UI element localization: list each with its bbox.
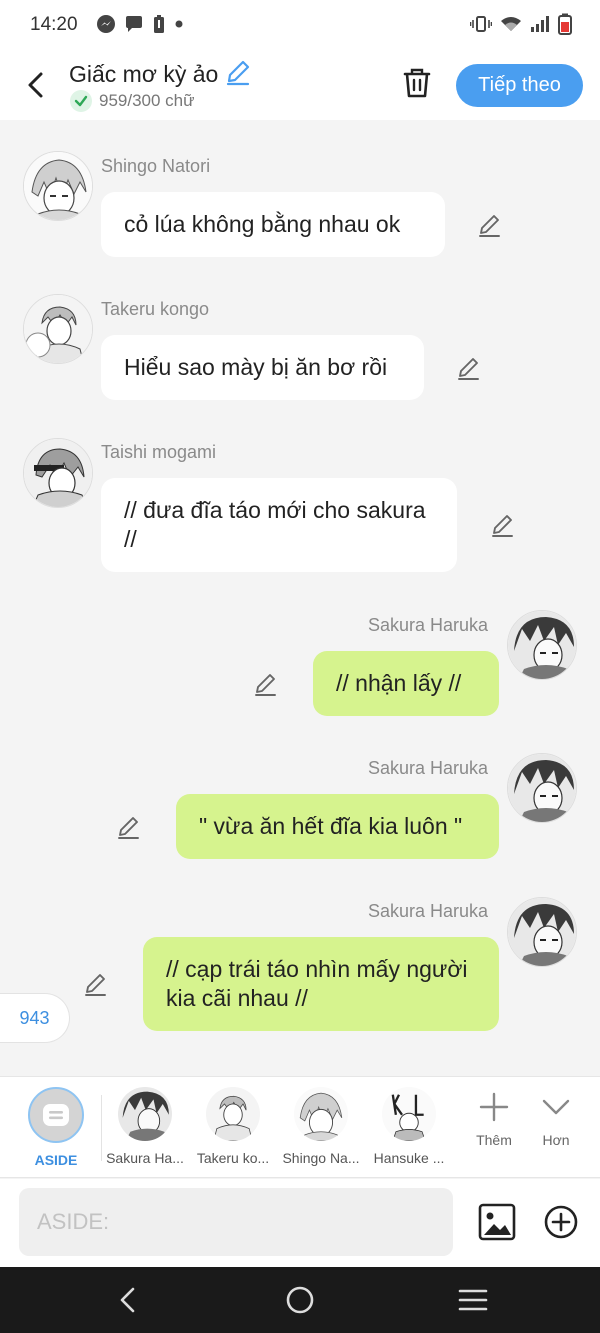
character-avatar [294,1087,348,1141]
character-name: Takeru ko... [196,1150,270,1166]
next-button[interactable]: Tiếp theo [456,64,583,107]
message-sender: Sakura Haruka [368,615,489,635]
edit-message-icon[interactable] [477,212,503,238]
character-avatar [118,1087,172,1141]
add-attachment-button[interactable] [543,1204,579,1240]
word-count: 959/300 chữ [99,91,195,110]
message-bubble[interactable]: cỏ lúa không bằng nhau ok [101,192,445,257]
avatar-takeru-kongo[interactable] [23,294,93,364]
character-shingo-natori[interactable]: Shingo Na... [278,1087,364,1166]
character-sakura-haruka[interactable]: Sakura Ha... [102,1087,188,1166]
avatar-sakura-haruka[interactable] [507,753,577,823]
story-header: Giấc mơ kỳ ảo 959/300 chữ Tiếp theo [0,50,600,120]
add-character-label: Thêm [476,1132,512,1148]
message-sender: Sakura Haruka [368,758,489,778]
message-count-badge[interactable]: 943 [0,993,70,1043]
plus-circle-icon [544,1205,578,1239]
expand-characters-label: Hơn [542,1132,570,1148]
avatar-sakura-haruka[interactable] [507,897,577,967]
avatar-sakura-haruka[interactable] [507,610,577,680]
nav-home-icon [286,1286,314,1314]
battery-icon [558,13,572,40]
nav-back-button[interactable] [113,1285,143,1315]
aside-input[interactable] [19,1188,453,1256]
status-system-icons [469,13,572,40]
avatar-shingo-natori[interactable] [23,151,93,221]
aside-avatar [28,1087,84,1143]
message-bubble[interactable]: // nhận lấy // [313,651,499,716]
trash-icon [403,68,431,98]
back-button[interactable] [20,68,50,102]
story-title: Giấc mơ kỳ ảo [69,61,219,87]
edit-message-icon[interactable] [253,671,279,697]
add-character-button[interactable]: Thêm [464,1091,524,1148]
vibrate-icon [469,14,493,39]
nav-home-button[interactable] [285,1285,315,1315]
edit-message-icon[interactable] [116,814,142,840]
chevron-down-icon [542,1099,570,1115]
nav-recents-button[interactable] [458,1285,488,1315]
delete-button[interactable] [400,66,434,100]
character-hansuke[interactable]: Hansuke ... [366,1087,452,1166]
chevron-left-icon [28,72,43,98]
status-bar: 14:20 [0,0,600,50]
signal-icon [530,14,550,39]
aside-bubble-icon [43,1104,69,1126]
message-bubble[interactable]: // cạp trái táo nhìn mấy người kia cãi n… [143,937,499,1031]
aside-character[interactable]: ASIDE [13,1087,99,1168]
composer [0,1179,600,1267]
battery-saver-icon [152,14,166,39]
insert-image-button[interactable] [478,1203,516,1241]
message-sender: Takeru kongo [101,299,210,319]
message-bubble[interactable]: Hiểu sao mày bị ăn bơ rồi [101,335,424,400]
message-sender: Shingo Natori [101,156,211,176]
wifi-icon [500,14,522,39]
word-count-row: 959/300 chữ [70,90,195,112]
title-row: Giấc mơ kỳ ảo [69,58,252,91]
dot-icon [174,14,184,39]
plus-icon [479,1092,509,1122]
nav-back-icon [120,1287,135,1313]
edit-message-icon[interactable] [490,512,516,538]
system-nav-bar [0,1267,600,1333]
character-avatar [206,1087,260,1141]
aside-label: ASIDE [34,1152,78,1168]
edit-message-icon[interactable] [456,355,482,381]
chat-bubble-icon [124,14,144,39]
image-icon [478,1203,516,1241]
character-selector: ASIDE Sakura Ha... Takeru ko... Shingo N… [0,1076,600,1178]
nav-menu-icon [458,1289,488,1311]
check-icon [70,90,92,112]
character-name: Sakura Ha... [106,1150,184,1166]
message-sender: Taishi mogami [101,442,217,462]
message-bubble[interactable]: // đưa đĩa táo mới cho sakura // [101,478,457,572]
expand-characters-button[interactable]: Hơn [526,1091,586,1148]
character-takeru-kongo[interactable]: Takeru ko... [190,1087,276,1166]
edit-message-icon[interactable] [83,971,109,997]
messenger-icon [96,14,116,39]
avatar-taishi-mogami[interactable] [23,438,93,508]
message-sender: Sakura Haruka [368,901,489,921]
status-notification-icons [96,14,184,39]
character-avatar [382,1087,436,1141]
edit-title-icon[interactable] [224,58,252,91]
chat-area[interactable]: Shingo Natori cỏ lúa không bằng nhau ok … [0,120,600,1076]
message-bubble[interactable]: " vừa ăn hết đĩa kia luôn " [176,794,499,859]
character-name: Shingo Na... [282,1150,360,1166]
character-name: Hansuke ... [373,1150,445,1166]
status-time: 14:20 [30,14,78,35]
